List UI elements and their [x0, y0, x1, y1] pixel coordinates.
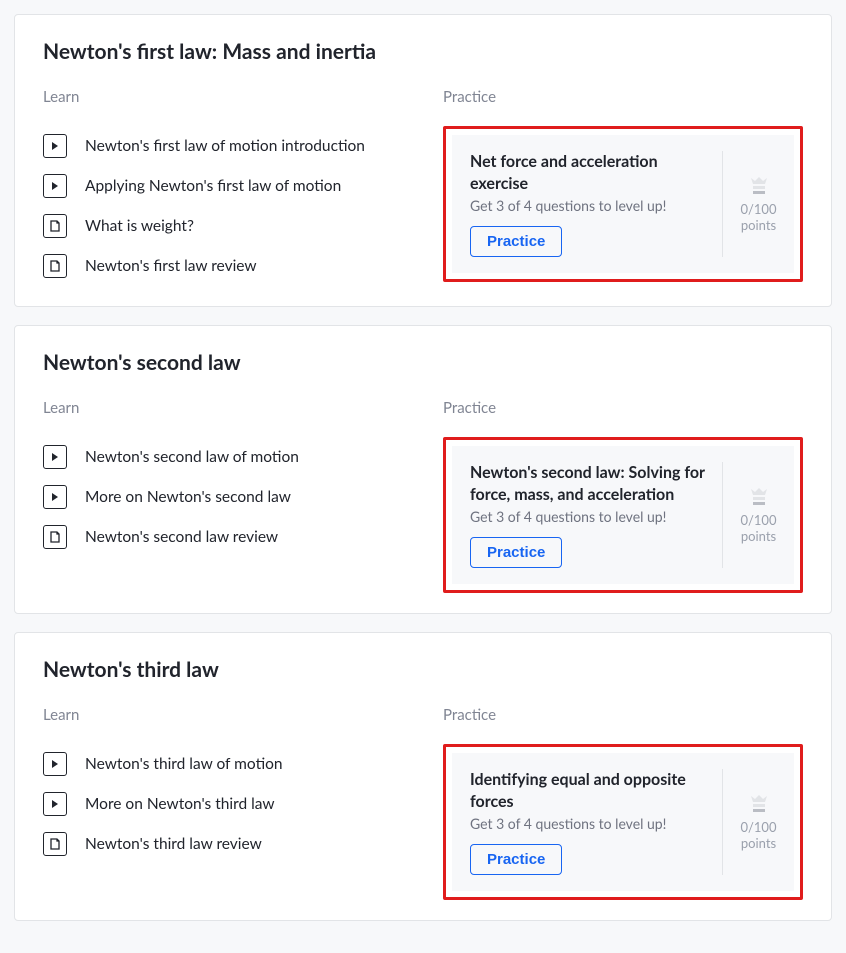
article-icon: [43, 832, 67, 856]
learn-item[interactable]: Newton's first law of motion introductio…: [43, 126, 433, 166]
play-icon: [43, 134, 67, 158]
practice-highlight-box: Newton's second law: Solving for force, …: [443, 437, 803, 593]
practice-title: Net force and acceleration exercise: [470, 151, 708, 194]
play-icon: [43, 752, 67, 776]
practice-header: Practice: [443, 88, 803, 106]
practice-header: Practice: [443, 706, 803, 724]
learn-item[interactable]: Newton's third law of motion: [43, 744, 433, 784]
learn-item[interactable]: What is weight?: [43, 206, 433, 246]
practice-card: Identifying equal and opposite forces Get…: [452, 753, 794, 891]
learn-header: Learn: [43, 706, 433, 724]
practice-subtitle: Get 3 of 4 questions to level up!: [470, 815, 708, 832]
practice-button[interactable]: Practice: [470, 844, 562, 875]
points-label: 0/100 points: [740, 201, 776, 234]
learn-item-label: More on Newton's third law: [85, 795, 275, 813]
learn-item-label: What is weight?: [85, 217, 194, 235]
play-icon: [43, 174, 67, 198]
mastery-crown-icon: [750, 486, 768, 508]
learn-item-label: Newton's second law of motion: [85, 448, 299, 466]
practice-button[interactable]: Practice: [470, 226, 562, 257]
learn-header: Learn: [43, 399, 433, 417]
learn-item-label: Applying Newton's first law of motion: [85, 177, 341, 195]
practice-highlight-box: Net force and acceleration exercise Get 3…: [443, 126, 803, 282]
learn-item-label: Newton's third law review: [85, 835, 262, 853]
learn-item-label: Newton's first law review: [85, 257, 257, 275]
play-icon: [43, 792, 67, 816]
practice-highlight-box: Identifying equal and opposite forces Get…: [443, 744, 803, 900]
learn-item-label: Newton's third law of motion: [85, 755, 283, 773]
unit-card: Newton's first law: Mass and inertia Lear…: [14, 14, 832, 307]
learn-item[interactable]: Applying Newton's first law of motion: [43, 166, 433, 206]
learn-item[interactable]: Newton's second law review: [43, 517, 433, 557]
unit-title: Newton's first law: Mass and inertia: [43, 39, 803, 64]
learn-item[interactable]: Newton's second law of motion: [43, 437, 433, 477]
unit-card: Newton's second law Learn Newton's second …: [14, 325, 832, 614]
practice-card: Net force and acceleration exercise Get 3…: [452, 135, 794, 273]
play-icon: [43, 485, 67, 509]
unit-card: Newton's third law Learn Newton's third la…: [14, 632, 832, 921]
points-label: 0/100 points: [740, 512, 776, 545]
unit-title: Newton's third law: [43, 657, 803, 682]
mastery-crown-icon: [750, 175, 768, 197]
learn-item[interactable]: Newton's first law review: [43, 246, 433, 286]
practice-title: Newton's second law: Solving for force, …: [470, 462, 708, 505]
unit-title: Newton's second law: [43, 350, 803, 375]
mastery-crown-icon: [750, 793, 768, 815]
learn-item[interactable]: Newton's third law review: [43, 824, 433, 864]
article-icon: [43, 525, 67, 549]
play-icon: [43, 445, 67, 469]
practice-card: Newton's second law: Solving for force, …: [452, 446, 794, 584]
learn-item-label: Newton's second law review: [85, 528, 278, 546]
learn-item-label: Newton's first law of motion introductio…: [85, 137, 365, 155]
practice-header: Practice: [443, 399, 803, 417]
article-icon: [43, 254, 67, 278]
learn-item[interactable]: More on Newton's second law: [43, 477, 433, 517]
practice-title: Identifying equal and opposite forces: [470, 769, 708, 812]
practice-subtitle: Get 3 of 4 questions to level up!: [470, 508, 708, 525]
practice-subtitle: Get 3 of 4 questions to level up!: [470, 197, 708, 214]
practice-button[interactable]: Practice: [470, 537, 562, 568]
learn-item-label: More on Newton's second law: [85, 488, 291, 506]
points-label: 0/100 points: [740, 819, 776, 852]
article-icon: [43, 214, 67, 238]
learn-header: Learn: [43, 88, 433, 106]
learn-item[interactable]: More on Newton's third law: [43, 784, 433, 824]
